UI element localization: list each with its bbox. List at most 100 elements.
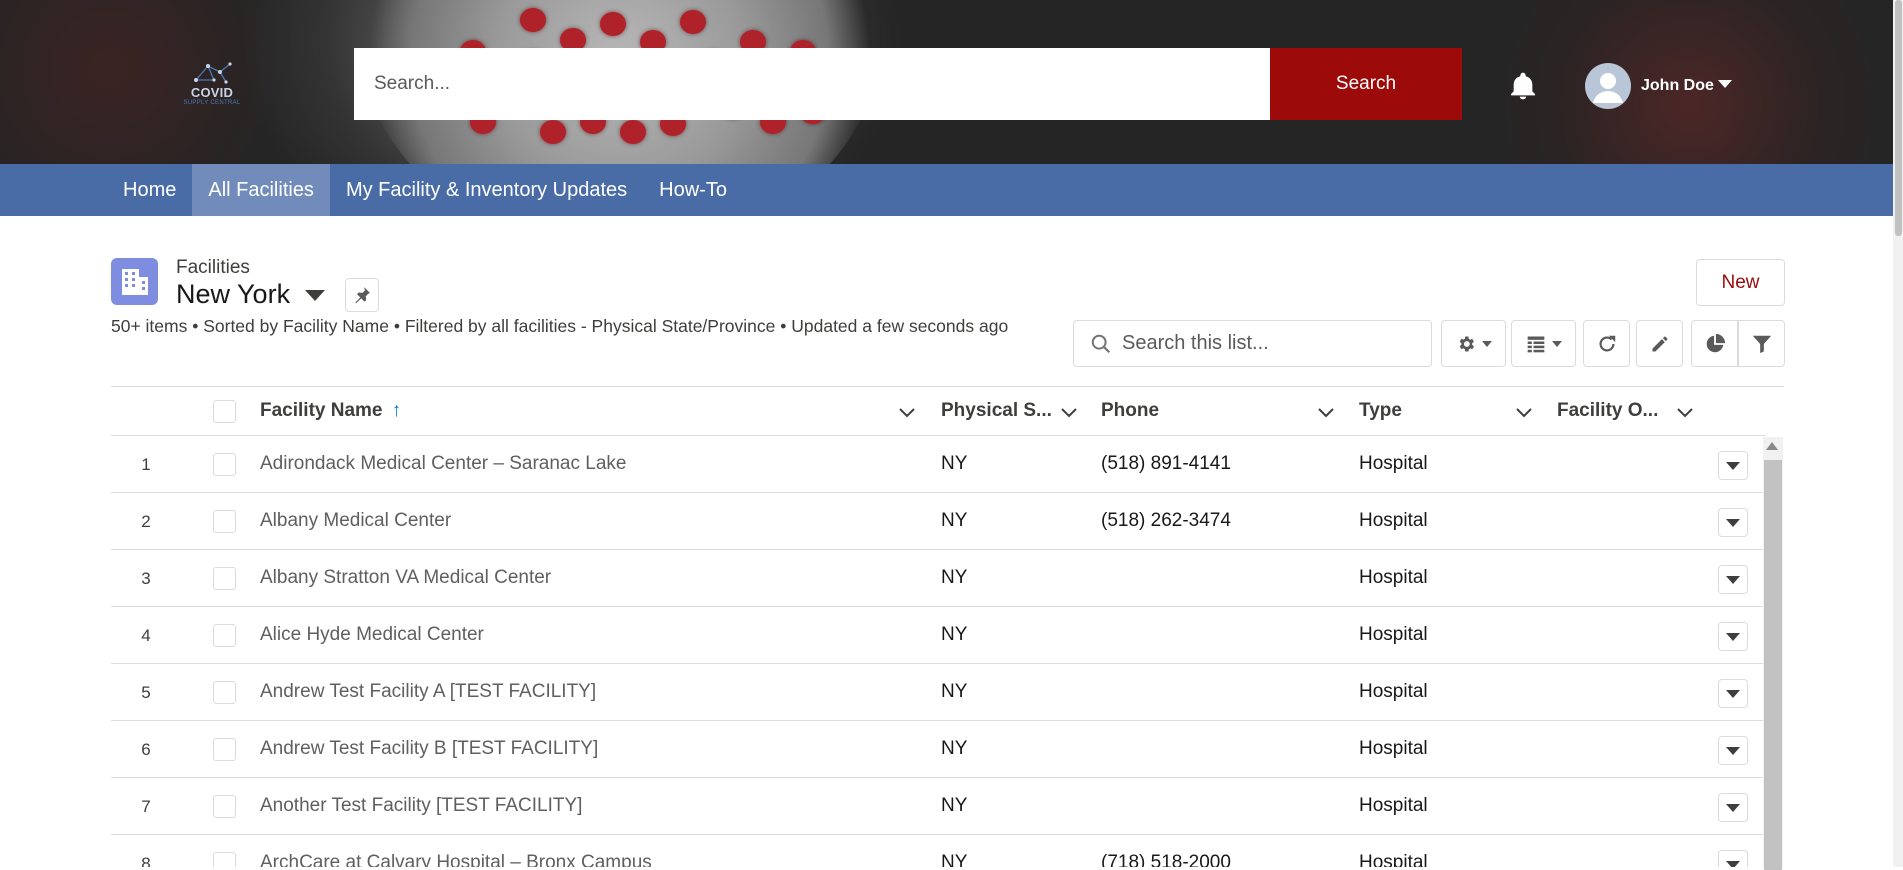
row-actions-button[interactable]: [1718, 679, 1748, 708]
table-row[interactable]: 4 Alice Hyde Medical Center NY Hospital: [111, 607, 1766, 664]
refresh-button[interactable]: [1583, 320, 1630, 367]
inline-edit-button[interactable]: [1636, 320, 1683, 367]
table-row[interactable]: 7 Another Test Facility [TEST FACILITY] …: [111, 778, 1766, 835]
facility-name-link[interactable]: Andrew Test Facility A [TEST FACILITY]: [260, 681, 596, 703]
avatar-icon[interactable]: [1585, 63, 1631, 109]
table-row[interactable]: 8 ArchCare at Calvary Hospital – Bronx C…: [111, 835, 1766, 867]
facility-name-link[interactable]: Alice Hyde Medical Center: [260, 624, 484, 646]
type-cell: Hospital: [1359, 681, 1428, 702]
row-actions-button[interactable]: [1718, 736, 1748, 765]
row-checkbox[interactable]: [213, 852, 236, 867]
row-checkbox[interactable]: [213, 453, 236, 476]
row-number: 8: [141, 854, 151, 867]
row-actions-button[interactable]: [1718, 451, 1748, 480]
phone-cell[interactable]: (518) 891-4141: [1101, 453, 1231, 475]
chevron-down-icon: [1726, 461, 1740, 470]
chevron-down-icon: [1726, 689, 1740, 698]
table-row[interactable]: 1 Adirondack Medical Center – Saranac La…: [111, 436, 1766, 493]
refresh-icon: [1599, 335, 1615, 352]
table-scrollbar-thumb[interactable]: [1764, 460, 1782, 870]
row-checkbox[interactable]: [213, 738, 236, 761]
row-checkbox[interactable]: [213, 510, 236, 533]
new-button[interactable]: New: [1696, 259, 1785, 306]
global-search-input[interactable]: [354, 48, 1270, 120]
table-row[interactable]: 3 Albany Stratton VA Medical Center NY H…: [111, 550, 1766, 607]
table-row[interactable]: 6 Andrew Test Facility B [TEST FACILITY]…: [111, 721, 1766, 778]
facility-name-link[interactable]: ArchCare at Calvary Hospital – Bronx Cam…: [260, 852, 652, 867]
column-header-phone[interactable]: Phone: [1101, 400, 1159, 424]
column-header-physical-state[interactable]: Physical S...: [941, 400, 1052, 424]
scroll-up-arrow-icon[interactable]: [1766, 442, 1778, 450]
list-settings-button[interactable]: [1441, 320, 1506, 367]
row-number: 1: [141, 455, 151, 474]
virus-spike: [540, 120, 566, 144]
chevron-down-icon: [1481, 340, 1492, 347]
facility-name-link[interactable]: Albany Stratton VA Medical Center: [260, 567, 551, 589]
type-cell: Hospital: [1359, 624, 1428, 645]
row-checkbox[interactable]: [213, 681, 236, 704]
row-actions-button[interactable]: [1718, 508, 1748, 537]
search-icon: [1091, 334, 1111, 354]
pin-icon: [355, 287, 370, 304]
search-button[interactable]: Search: [1270, 48, 1462, 120]
chevron-down-icon: [1726, 518, 1740, 527]
molecule-icon: [194, 62, 232, 84]
nav-item-my-facility-updates[interactable]: My Facility & Inventory Updates: [330, 164, 643, 216]
nav-item-all-facilities[interactable]: All Facilities: [192, 164, 330, 216]
list-view-name[interactable]: New York: [176, 279, 290, 310]
row-actions-button[interactable]: [1718, 565, 1748, 594]
filter-button[interactable]: [1738, 320, 1785, 367]
chevron-down-icon[interactable]: [305, 290, 325, 301]
facility-name-link[interactable]: Albany Medical Center: [260, 510, 451, 532]
list-search-input[interactable]: [1122, 321, 1422, 366]
list-search-box[interactable]: [1073, 320, 1432, 367]
table-row[interactable]: 5 Andrew Test Facility A [TEST FACILITY]…: [111, 664, 1766, 721]
bell-icon[interactable]: [1507, 70, 1539, 102]
page-scrollbar-thumb[interactable]: [1895, 0, 1902, 236]
row-checkbox[interactable]: [213, 624, 236, 647]
background-glow: [0, 0, 300, 164]
state-cell: NY: [941, 738, 968, 759]
site-logo[interactable]: COVID SUPPLY CENTRAL: [176, 58, 248, 110]
facility-name-link[interactable]: Another Test Facility [TEST FACILITY]: [260, 795, 582, 817]
state-cell: NY: [941, 510, 968, 531]
facility-name-link[interactable]: Adirondack Medical Center – Saranac Lake: [260, 453, 626, 475]
chevron-down-icon[interactable]: [1515, 403, 1533, 421]
row-actions-button[interactable]: [1718, 793, 1748, 822]
row-number: 5: [141, 683, 151, 702]
row-actions-button[interactable]: [1718, 850, 1748, 867]
user-name[interactable]: John Doe: [1641, 77, 1714, 95]
row-checkbox[interactable]: [213, 567, 236, 590]
phone-cell[interactable]: (518) 262-3474: [1101, 510, 1231, 532]
row-actions-button[interactable]: [1718, 622, 1748, 651]
logo-title: COVID: [190, 85, 234, 100]
nav-item-home[interactable]: Home: [107, 164, 192, 216]
chevron-down-icon[interactable]: [1060, 403, 1078, 421]
sort-ascending-icon: ↑: [391, 400, 402, 421]
chevron-down-icon[interactable]: [898, 403, 916, 421]
nav-item-how-to[interactable]: How-To: [643, 164, 743, 216]
row-number: 7: [141, 797, 151, 816]
table-row[interactable]: 2 Albany Medical Center NY (518) 262-347…: [111, 493, 1766, 550]
row-number: 4: [141, 626, 151, 645]
select-all-checkbox[interactable]: [213, 400, 236, 423]
column-header-facility-name[interactable]: Facility Name ↑: [260, 400, 401, 424]
display-as-button[interactable]: [1511, 320, 1576, 367]
charts-button[interactable]: [1691, 320, 1738, 367]
type-cell: Hospital: [1359, 453, 1428, 474]
chevron-down-icon[interactable]: [1718, 80, 1732, 88]
pin-list-button[interactable]: [345, 278, 379, 312]
phone-cell[interactable]: (718) 518-2000: [1101, 852, 1231, 867]
main-nav: Home All Facilities My Facility & Invent…: [0, 164, 1903, 216]
chevron-down-icon[interactable]: [1676, 403, 1694, 421]
facility-name-link[interactable]: Andrew Test Facility B [TEST FACILITY]: [260, 738, 598, 760]
column-header-facility-owner[interactable]: Facility O...: [1557, 400, 1658, 424]
type-cell: Hospital: [1359, 795, 1428, 816]
row-checkbox[interactable]: [213, 795, 236, 818]
column-header-type[interactable]: Type: [1359, 400, 1402, 424]
pencil-icon: [1652, 336, 1667, 351]
chevron-down-icon: [1726, 632, 1740, 641]
chevron-down-icon: [1726, 575, 1740, 584]
chevron-down-icon[interactable]: [1317, 403, 1335, 421]
state-cell: NY: [941, 795, 968, 816]
